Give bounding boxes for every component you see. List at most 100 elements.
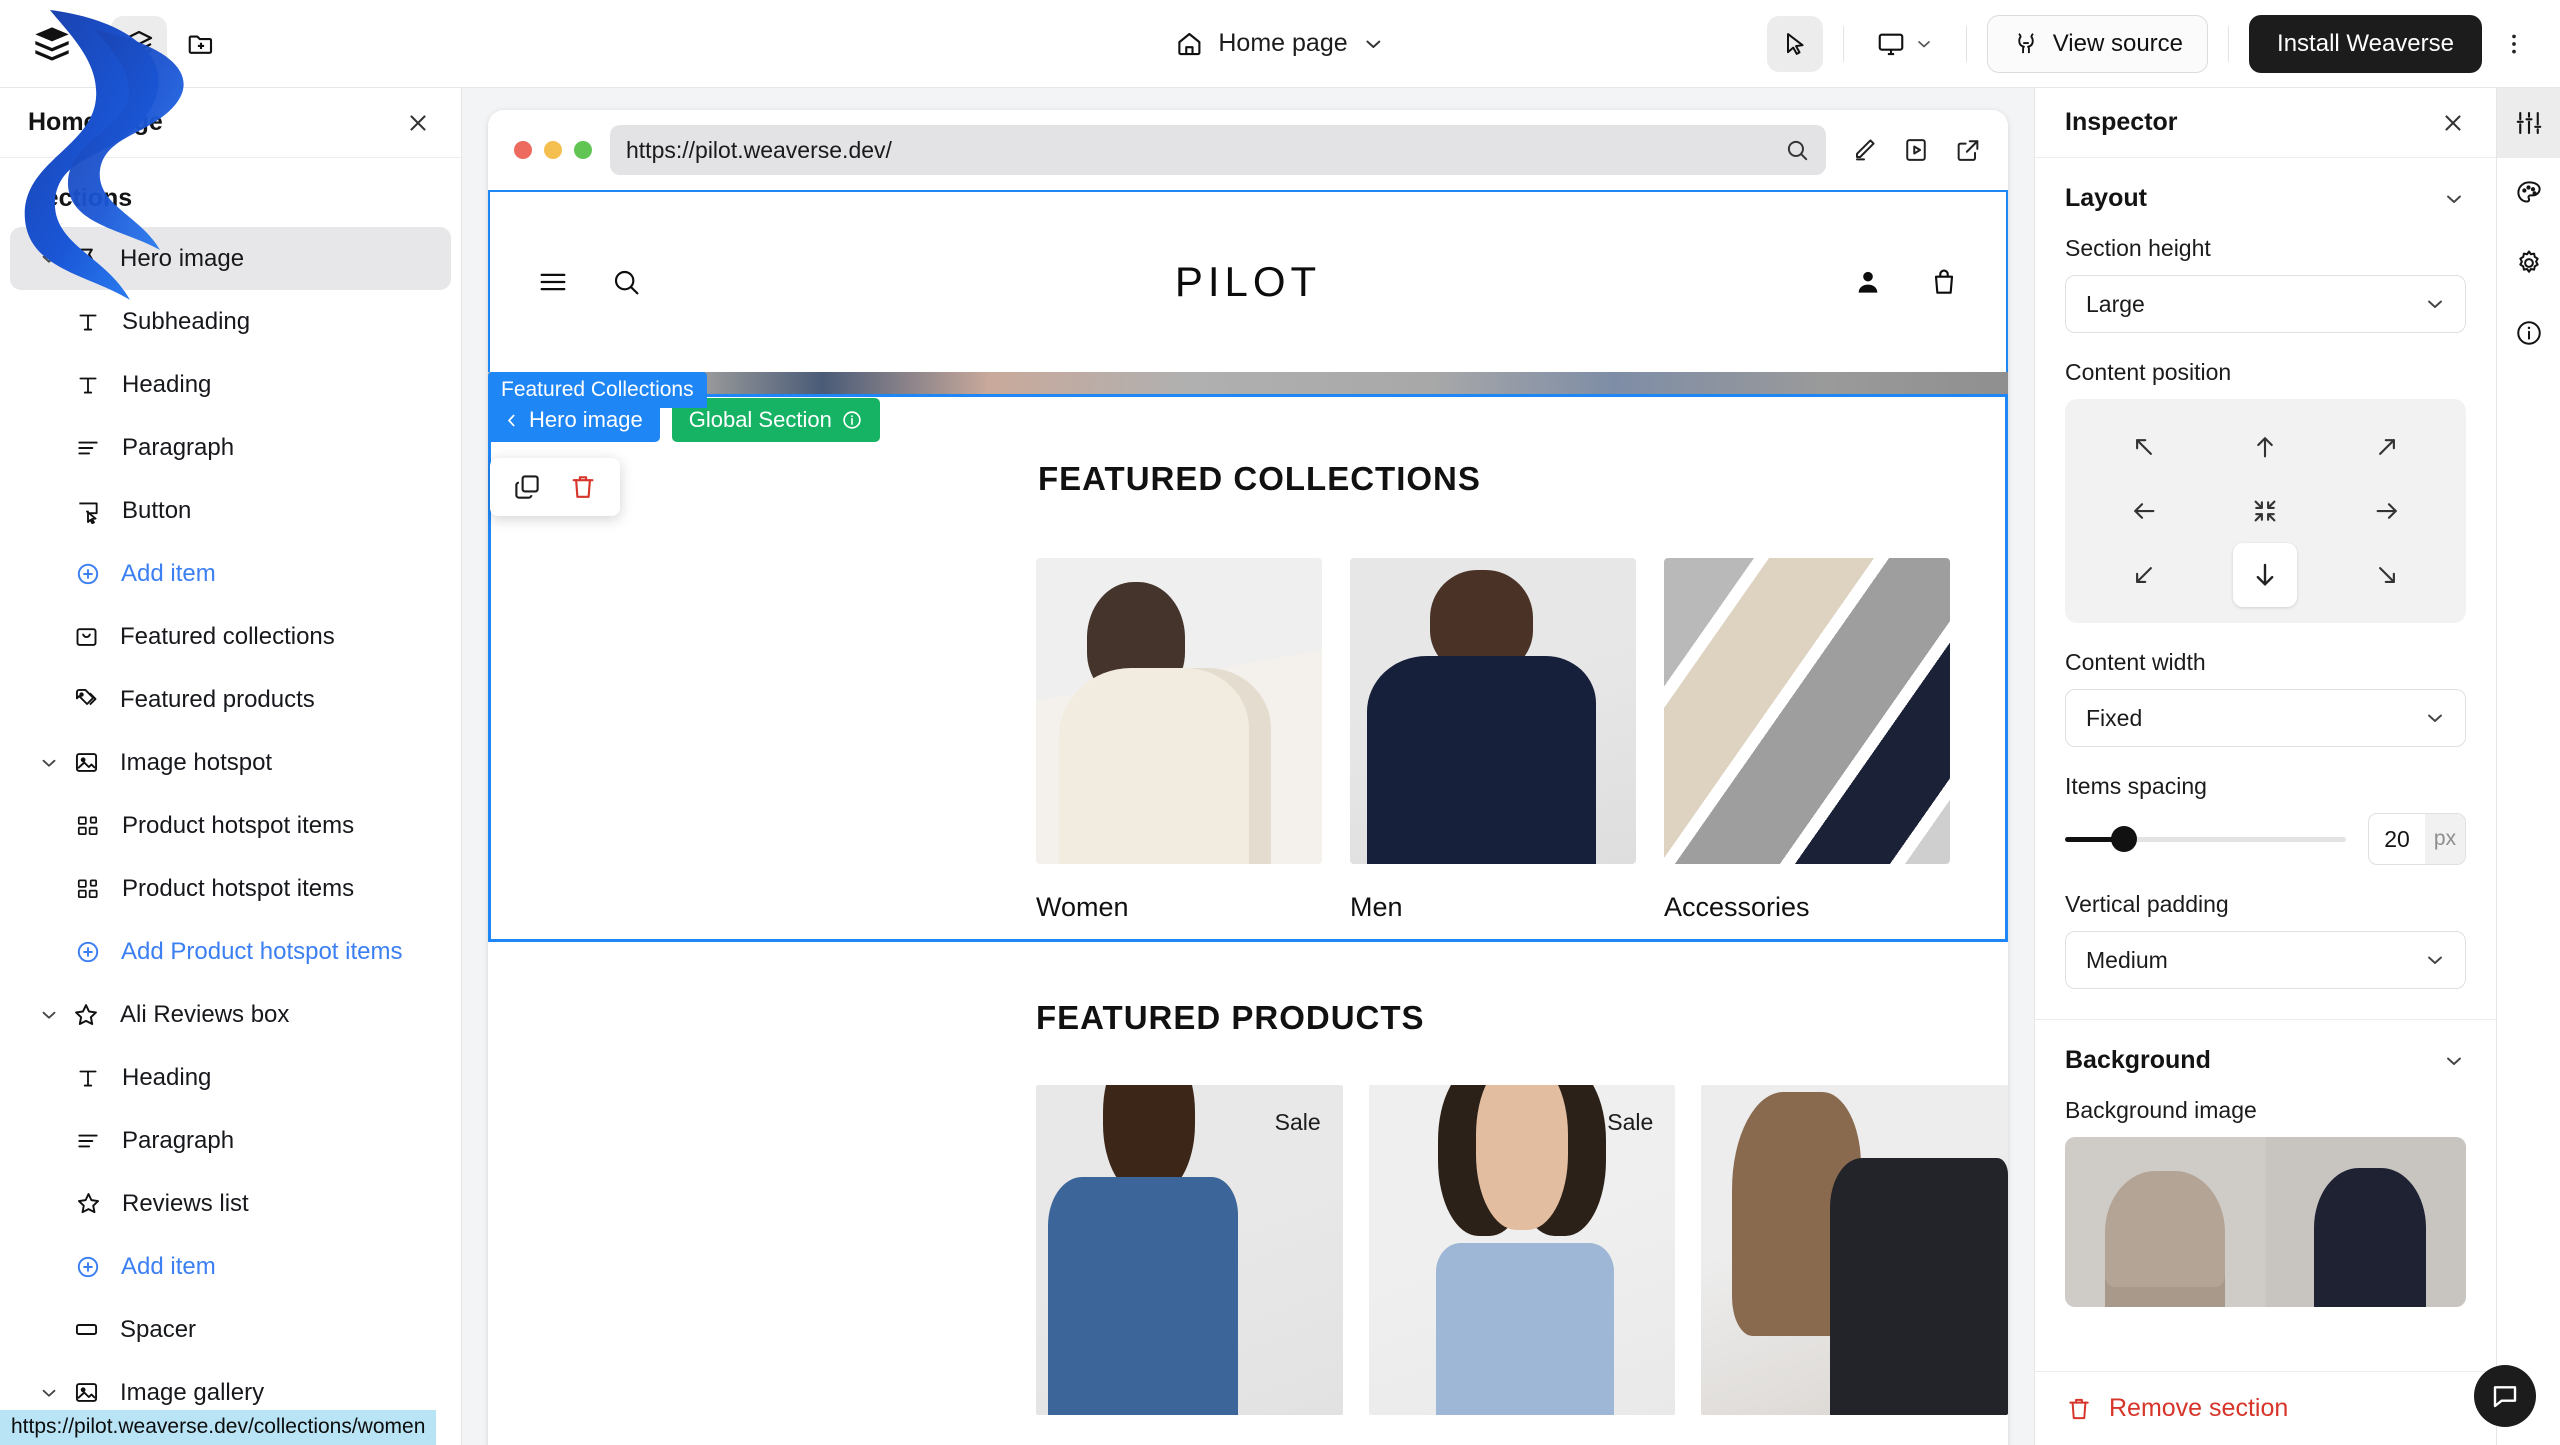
search-icon[interactable] xyxy=(610,266,642,298)
tab-settings-gear[interactable] xyxy=(2497,228,2560,298)
product-card-1[interactable]: Sale xyxy=(1036,1085,1343,1415)
layers-panel-button[interactable] xyxy=(111,15,167,72)
chat-support-button[interactable] xyxy=(2474,1365,2536,1427)
sidebar-item-reviews-list[interactable]: Reviews list xyxy=(10,1172,451,1235)
chevron-down-icon[interactable] xyxy=(32,248,66,270)
search-icon[interactable] xyxy=(1784,137,1810,163)
tab-theme-palette[interactable] xyxy=(2497,158,2560,228)
sidebar-item-hero-image[interactable]: Hero image xyxy=(10,227,451,290)
url-bar[interactable]: https://pilot.weaverse.dev/ xyxy=(610,125,1826,175)
chevron-down-icon[interactable] xyxy=(2442,187,2466,211)
more-vertical-icon xyxy=(2501,31,2527,57)
toolbar-left-group xyxy=(0,15,229,72)
close-icon[interactable] xyxy=(2436,106,2470,140)
inspector-tab-rail xyxy=(2496,88,2560,1445)
sidebar-add-item-reviews[interactable]: Add item xyxy=(10,1235,451,1298)
arrow-left-icon[interactable] xyxy=(2112,479,2176,543)
collection-card-accessories[interactable]: Accessories xyxy=(1664,558,1950,923)
weaverse-cube-icon[interactable] xyxy=(26,18,78,70)
slider-knob[interactable] xyxy=(2111,826,2137,852)
arrow-up-left-icon[interactable] xyxy=(2112,415,2176,479)
sidebar-item-spacer[interactable]: Spacer xyxy=(10,1298,451,1361)
sidebar-item-reviews-paragraph[interactable]: Paragraph xyxy=(10,1109,451,1172)
tag-icon xyxy=(66,686,106,713)
page-selector[interactable]: Home page xyxy=(1174,29,1385,59)
close-icon[interactable] xyxy=(401,106,435,140)
arrow-up-right-icon[interactable] xyxy=(2355,415,2419,479)
collection-card-women[interactable]: Women xyxy=(1036,558,1322,923)
arrow-center-icon[interactable] xyxy=(2233,479,2297,543)
more-options-button[interactable] xyxy=(2492,16,2536,72)
inspector-body: Layout Section height Large Content posi… xyxy=(2035,158,2496,1445)
chevron-down-icon[interactable] xyxy=(2442,1049,2466,1073)
layout-group-header[interactable]: Layout xyxy=(2065,184,2466,213)
product-card-3[interactable] xyxy=(1701,1085,2008,1415)
arrow-down-icon[interactable] xyxy=(2233,543,2298,607)
sections-tree: Hero image Subheading Heading Paragraph xyxy=(0,227,461,1445)
shopping-bag-icon[interactable] xyxy=(1928,266,1960,298)
sidebar-item-reviews-heading[interactable]: Heading xyxy=(10,1046,451,1109)
chevron-down-icon[interactable] xyxy=(32,1004,66,1026)
folder-plus-icon xyxy=(186,29,216,59)
featured-collections-section: FEATURED COLLECTIONS Women Men Accessori… xyxy=(488,460,2008,923)
collections-grid: Women Men Accessories xyxy=(1036,558,1950,923)
pencil-icon[interactable] xyxy=(1850,136,1878,164)
new-folder-button[interactable] xyxy=(173,16,229,72)
store-logo[interactable]: PILOT xyxy=(1175,258,1321,306)
weaverse-editor: Home page View source Install Weaverse H… xyxy=(0,0,2560,1445)
select-tool-button[interactable] xyxy=(1766,15,1823,72)
trash-icon[interactable] xyxy=(568,472,598,502)
background-group-header[interactable]: Background xyxy=(2065,1046,2466,1075)
sidebar-item-label: Featured products xyxy=(120,685,315,713)
chevron-down-icon[interactable] xyxy=(32,752,66,774)
sidebar-item-label: Add Product hotspot items xyxy=(121,937,403,965)
section-height-select[interactable]: Large xyxy=(2065,275,2466,333)
sections-sidebar: Home page Sections Hero image Subheading xyxy=(0,88,462,1445)
sidebar-item-subheading[interactable]: Subheading xyxy=(10,290,451,353)
arrow-down-right-icon[interactable] xyxy=(2355,543,2419,607)
background-image-thumbnail[interactable] xyxy=(2065,1137,2466,1307)
install-weaverse-button[interactable]: Install Weaverse xyxy=(2249,14,2482,73)
sidebar-add-product-hotspot-items[interactable]: Add Product hotspot items xyxy=(10,920,451,983)
remove-section-button[interactable]: Remove section xyxy=(2035,1371,2496,1445)
device-selector[interactable] xyxy=(1864,19,1946,69)
external-link-icon[interactable] xyxy=(1954,136,1982,164)
chevron-down-icon[interactable] xyxy=(32,1382,66,1404)
maximize-window-dot[interactable] xyxy=(574,141,592,159)
duplicate-icon[interactable] xyxy=(512,472,542,502)
sidebar-item-featured-products[interactable]: Featured products xyxy=(10,668,451,731)
items-spacing-field: Items spacing 20 px xyxy=(2065,773,2466,865)
arrow-down-left-icon[interactable] xyxy=(2112,543,2176,607)
sidebar-item-label: Image hotspot xyxy=(120,748,273,776)
sidebar-item-product-hotspot-items-1[interactable]: Product hotspot items xyxy=(10,794,451,857)
tab-info[interactable] xyxy=(2497,298,2560,368)
vertical-padding-select[interactable]: Medium xyxy=(2065,931,2466,989)
sidebar-item-label: Heading xyxy=(122,370,212,398)
product-image xyxy=(1701,1085,2008,1415)
sidebar-item-paragraph[interactable]: Paragraph xyxy=(10,416,451,479)
items-spacing-slider[interactable] xyxy=(2065,824,2346,854)
product-card-2[interactable]: Sale xyxy=(1368,1085,1676,1415)
tab-settings-sliders[interactable] xyxy=(2496,88,2560,158)
arrow-right-icon[interactable] xyxy=(2355,479,2419,543)
minimize-window-dot[interactable] xyxy=(544,141,562,159)
arrow-up-icon[interactable] xyxy=(2233,415,2297,479)
content-width-select[interactable]: Fixed xyxy=(2065,689,2466,747)
featured-collections-badge[interactable]: Featured Collections xyxy=(488,372,707,408)
view-source-button[interactable]: View source xyxy=(1986,14,2209,73)
sidebar-add-item-hero[interactable]: Add item xyxy=(10,542,451,605)
sidebar-item-button[interactable]: Button xyxy=(10,479,451,542)
hamburger-menu-icon[interactable] xyxy=(536,265,570,299)
sidebar-item-featured-collections[interactable]: Featured collections xyxy=(10,605,451,668)
toolbar-right-group: View source Install Weaverse xyxy=(1766,14,2560,73)
sidebar-item-heading[interactable]: Heading xyxy=(10,353,451,416)
github-cat-icon xyxy=(2012,30,2040,58)
collection-card-men[interactable]: Men xyxy=(1350,558,1636,923)
sidebar-item-image-hotspot[interactable]: Image hotspot xyxy=(10,731,451,794)
sidebar-item-ali-reviews-box[interactable]: Ali Reviews box xyxy=(10,983,451,1046)
user-account-icon[interactable] xyxy=(1852,266,1884,298)
sidebar-item-product-hotspot-items-2[interactable]: Product hotspot items xyxy=(10,857,451,920)
preview-screen-icon[interactable] xyxy=(1902,136,1930,164)
items-spacing-number[interactable]: 20 px xyxy=(2368,813,2466,865)
close-window-dot[interactable] xyxy=(514,141,532,159)
